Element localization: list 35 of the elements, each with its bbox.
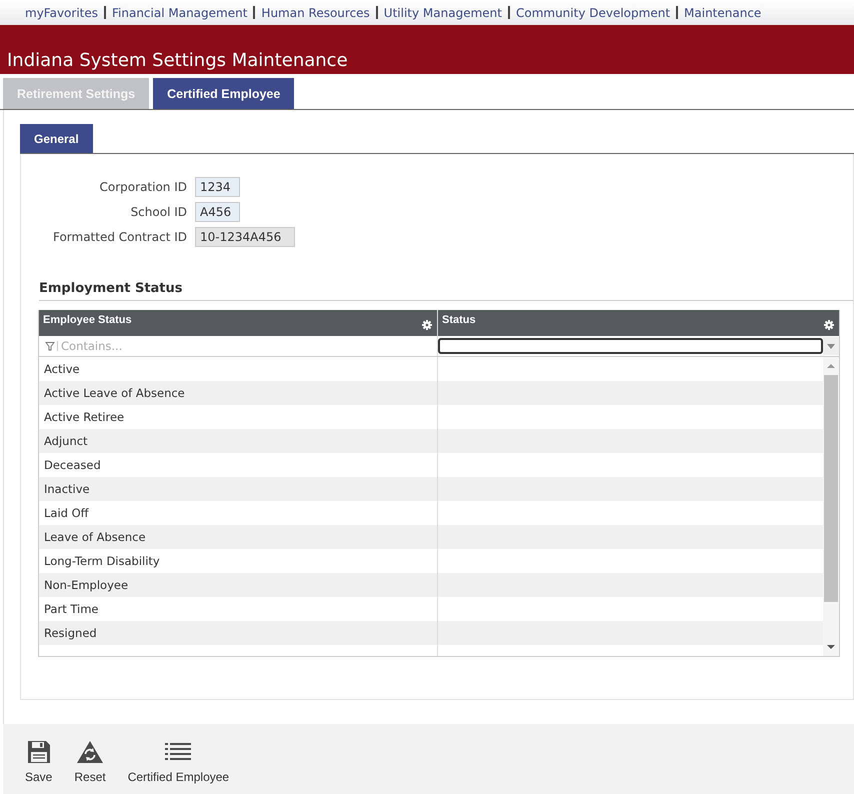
input-field[interactable]: A456 (195, 202, 240, 222)
table-cell: Inactive (39, 477, 438, 501)
nav-link[interactable]: myFavorites (25, 6, 98, 20)
table-cell: Resigned (39, 621, 438, 645)
nav-link[interactable]: Maintenance (684, 6, 762, 20)
field-label: Formatted Contract ID (52, 230, 187, 244)
toolbar-button[interactable]: Save (25, 740, 52, 794)
nav-link[interactable]: Community Development (516, 6, 670, 20)
nav-link[interactable]: Utility Management (384, 6, 502, 20)
triangle-arrows-icon (76, 740, 104, 764)
settings-icon[interactable] (824, 320, 834, 330)
page-title: Indiana System Settings Maintenance (7, 50, 348, 71)
tab[interactable]: General (20, 124, 93, 153)
settings-icon[interactable] (422, 320, 432, 330)
toolbar-button[interactable]: Reset (74, 740, 106, 794)
section-heading: Employment Status (39, 281, 853, 301)
scrollbar[interactable] (823, 357, 839, 656)
dropdown-field[interactable] (438, 338, 823, 354)
scroll-up-icon[interactable] (827, 363, 835, 369)
nav-link[interactable]: Human Resources (261, 6, 370, 20)
column-header[interactable]: Status (442, 314, 476, 328)
field-label: School ID (130, 205, 187, 219)
field-label: Corporation ID (100, 180, 187, 194)
tab[interactable]: Certified Employee (153, 78, 294, 109)
column-header[interactable]: Employee Status (43, 314, 132, 328)
toolbar-button[interactable]: Certified Employee (128, 740, 230, 794)
table-cell: Adjunct (39, 429, 438, 453)
table-cell: Non-Employee (39, 573, 438, 597)
table-cell: Leave of Absence (39, 525, 438, 549)
dropdown-caret-icon[interactable] (823, 337, 839, 355)
scroll-down-icon[interactable] (827, 644, 835, 650)
scrollbar-thumb[interactable] (824, 375, 838, 602)
input-field[interactable]: 1234 (195, 177, 240, 197)
nav-link[interactable]: Financial Management (112, 6, 248, 20)
table-cell: Active Leave of Absence (39, 381, 438, 405)
